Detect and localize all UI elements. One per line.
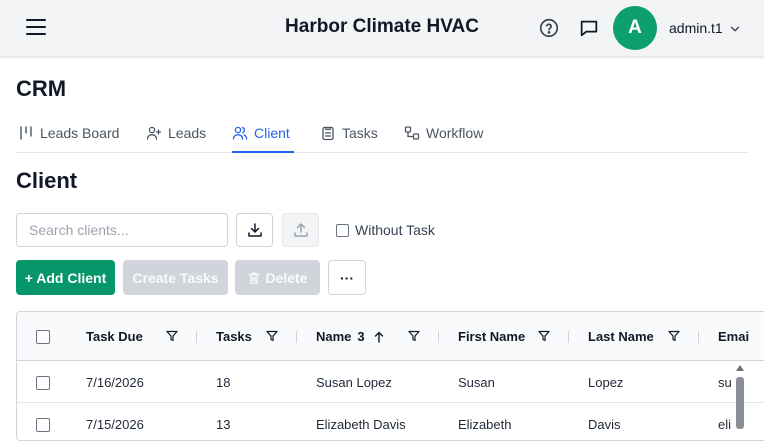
table-header: Task Due Tasks Name 3 First Name Last Na… (17, 312, 764, 361)
column-label: Emai (718, 329, 750, 344)
select-all-cell (36, 312, 50, 361)
clients-table: Task Due Tasks Name 3 First Name Last Na… (16, 311, 764, 441)
select-all-checkbox[interactable] (36, 329, 50, 344)
tab-label: Leads Board (40, 125, 120, 141)
column-label: Tasks (216, 329, 252, 344)
cell-task-due: 7/16/2026 (86, 375, 144, 390)
upload-button[interactable] (282, 213, 319, 247)
column-label: Last Name (588, 329, 654, 344)
tab-label: Workflow (426, 125, 484, 141)
column-separator[interactable] (438, 331, 439, 343)
tab-label: Client (254, 124, 290, 141)
cell-first-name: Elizabeth (458, 417, 512, 432)
column-header-task-due[interactable]: Task Due (86, 312, 143, 361)
cell-tasks: 18 (216, 375, 231, 390)
download-icon (247, 223, 262, 237)
chat-icon[interactable] (578, 17, 600, 39)
chevron-down-icon[interactable] (728, 22, 742, 36)
search-input[interactable] (16, 213, 228, 247)
cell-last-name: Davis (588, 417, 621, 432)
column-separator[interactable] (698, 331, 699, 343)
tab-leads[interactable]: Leads (146, 114, 206, 152)
table-row[interactable]: 7/15/2026 13 Elizabeth Davis Elizabeth D… (17, 404, 764, 440)
delete-label: Delete (265, 269, 308, 286)
column-label: Name (316, 329, 352, 344)
users-icon (232, 126, 248, 140)
cell-last-name: Lopez (588, 375, 624, 390)
sort-ascending-icon[interactable] (373, 331, 385, 343)
cell-tasks: 13 (216, 417, 231, 432)
page-title: CRM (16, 76, 67, 101)
column-separator[interactable] (296, 331, 297, 343)
upload-icon (293, 223, 308, 237)
column-header-last-name[interactable]: Last Name (588, 312, 654, 361)
workflow-icon (404, 126, 420, 140)
add-client-button[interactable]: + Add Client (16, 260, 115, 295)
without-task-label: Without Task (355, 222, 435, 238)
filter-icon[interactable] (266, 330, 278, 342)
tab-label: Leads (168, 125, 207, 141)
trash-icon (249, 272, 260, 284)
cell-email: eli (718, 417, 732, 432)
row-checkbox[interactable] (36, 417, 50, 432)
cell-first-name: Susan (458, 375, 495, 390)
more-actions-button[interactable]: ··· (328, 260, 366, 295)
cell-name: Susan Lopez (316, 375, 392, 390)
filter-icon[interactable] (668, 330, 680, 342)
column-label: Task Due (86, 329, 143, 344)
tab-tasks[interactable]: Tasks (320, 114, 378, 152)
column-header-tasks[interactable]: Tasks (216, 312, 252, 361)
column-header-first-name[interactable]: First Name (458, 312, 525, 361)
tab-client[interactable]: Client (232, 114, 294, 153)
without-task-checkbox[interactable] (336, 223, 349, 237)
section-title: Client (16, 168, 78, 193)
filter-icon[interactable] (538, 330, 550, 342)
sort-order-badge: 3 (357, 329, 365, 344)
delete-button[interactable]: Delete (235, 260, 320, 295)
cell-email: su (718, 375, 732, 390)
cell-name: Elizabeth Davis (316, 417, 406, 432)
clipboard-icon (322, 126, 334, 141)
column-header-email[interactable]: Emai (718, 312, 749, 361)
download-button[interactable] (236, 213, 273, 247)
top-bar: Harbor Climate HVAC A admin.t1 (0, 0, 764, 56)
column-separator[interactable] (196, 331, 197, 343)
filter-icon[interactable] (408, 330, 420, 342)
avatar[interactable]: A (613, 6, 657, 50)
help-icon[interactable] (538, 17, 560, 39)
table-row[interactable]: 7/16/2026 18 Susan Lopez Susan Lopez su (17, 362, 764, 403)
create-tasks-button[interactable]: Create Tasks (123, 260, 228, 295)
table-scrollbar[interactable] (735, 361, 745, 429)
column-separator[interactable] (568, 331, 569, 343)
column-label: First Name (458, 329, 526, 344)
kanban-icon (20, 126, 32, 140)
column-header-name[interactable]: Name 3 (316, 312, 385, 361)
tab-workflow[interactable]: Workflow (404, 114, 483, 152)
without-task-filter[interactable]: Without Task (336, 222, 435, 238)
user-plus-icon (146, 126, 162, 140)
tab-leads-board[interactable]: Leads Board (18, 114, 119, 152)
cell-task-due: 7/15/2026 (86, 417, 144, 432)
username[interactable]: admin.t1 (669, 20, 723, 36)
filter-icon[interactable] (166, 330, 178, 342)
tab-bar: Leads Board Leads Client Tasks Workflow (16, 114, 748, 153)
row-checkbox[interactable] (36, 375, 50, 390)
tab-label: Tasks (342, 125, 378, 141)
